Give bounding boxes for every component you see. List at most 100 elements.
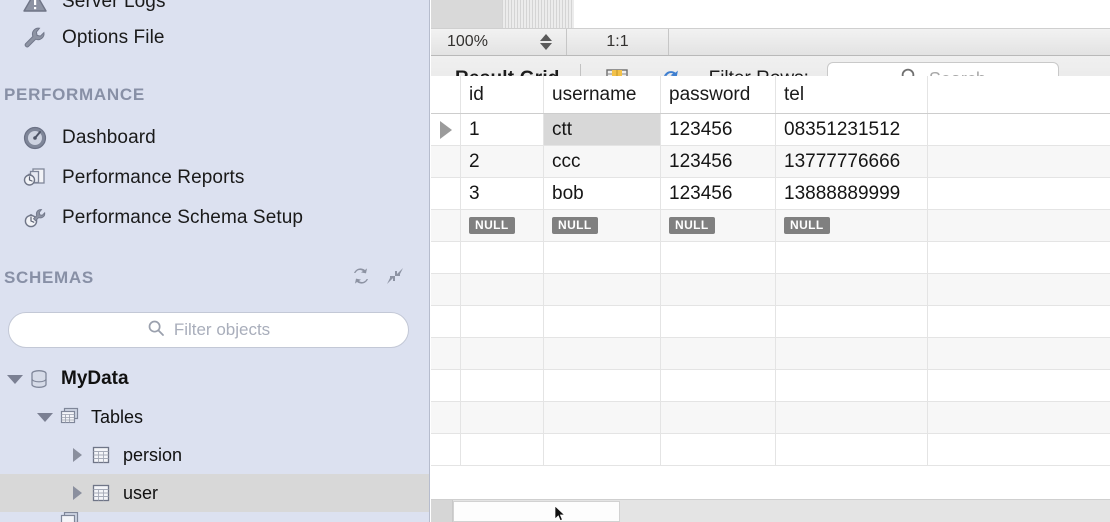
cell-password[interactable]: 123456: [661, 114, 776, 145]
sidebar-item-performance-reports[interactable]: Performance Reports: [0, 158, 429, 198]
cell-filler: [928, 178, 1110, 209]
sidebar-item-server-logs[interactable]: Server Logs: [0, 0, 429, 16]
tab-hatch-area: [502, 0, 574, 28]
result-grid[interactable]: id username password tel 1 ctt 123456 08…: [431, 76, 1110, 499]
cell-tel-null[interactable]: NULL: [776, 210, 928, 241]
table-row[interactable]: 1 ctt 123456 08351231512: [431, 114, 1110, 146]
cell-username[interactable]: ctt: [544, 114, 661, 145]
sidebar-item-dashboard[interactable]: Dashboard: [0, 118, 429, 158]
grid-empty-cell: [661, 434, 776, 465]
column-header-id[interactable]: id: [461, 76, 544, 113]
zoom-ratio-value: 1:1: [606, 33, 629, 50]
refresh-icon[interactable]: [349, 264, 373, 293]
row-marker[interactable]: [431, 114, 461, 145]
cell-id-null[interactable]: NULL: [461, 210, 544, 241]
grid-empty-cell: [776, 306, 928, 337]
grid-empty-cell: [776, 274, 928, 305]
grid-empty-cell: [544, 370, 661, 401]
grid-empty-cell: [661, 370, 776, 401]
collapse-arrows-icon[interactable]: [383, 264, 407, 293]
stepper-up-down-icon[interactable]: [540, 34, 552, 50]
cell-username[interactable]: ccc: [544, 146, 661, 177]
cell-id[interactable]: 3: [461, 178, 544, 209]
null-badge: NULL: [552, 217, 598, 234]
cell-filler: [928, 114, 1110, 145]
grid-empty-cell: [544, 242, 661, 273]
tree-item-user[interactable]: user: [0, 474, 429, 512]
column-header-username[interactable]: username: [544, 76, 661, 113]
result-pane: 100% 1:1 Result Grid: [431, 0, 1110, 522]
cell-password[interactable]: 123456: [661, 146, 776, 177]
table-row[interactable]: 3 bob 123456 13888889999: [431, 178, 1110, 210]
tree-item-label: Tables: [91, 406, 144, 427]
navigator-sidebar: Server Logs Options File PERFORMANCE Das…: [0, 0, 430, 522]
grid-empty-cell: [461, 274, 544, 305]
cell-tel[interactable]: 08351231512: [776, 114, 928, 145]
cell-password-null[interactable]: NULL: [661, 210, 776, 241]
grid-empty-cell: [431, 434, 461, 465]
tree-item-tables[interactable]: Tables: [0, 398, 429, 436]
grid-empty-cell: [461, 242, 544, 273]
grid-empty-row: [431, 434, 1110, 466]
zoom-percent-control[interactable]: 100%: [431, 29, 567, 55]
grid-empty-row: [431, 402, 1110, 434]
sidebar-item-label: Performance Schema Setup: [62, 207, 304, 228]
row-marker[interactable]: [431, 178, 461, 209]
tree-item-persion[interactable]: persion: [0, 436, 429, 474]
grid-empty-cell: [544, 274, 661, 305]
table-row-placeholder[interactable]: NULL NULL NULL NULL: [431, 210, 1110, 242]
grid-empty-cell: [544, 402, 661, 433]
cell-username[interactable]: bob: [544, 178, 661, 209]
section-title: SCHEMAS: [4, 268, 94, 287]
sidebar-item-label: Options File: [62, 27, 165, 48]
grid-empty-cell: [544, 338, 661, 369]
cell-id[interactable]: 2: [461, 146, 544, 177]
horizontal-scrollbar[interactable]: [431, 499, 1110, 522]
column-header-password[interactable]: password: [661, 76, 776, 113]
cell-password[interactable]: 123456: [661, 178, 776, 209]
sidebar-item-options-file[interactable]: Options File: [0, 16, 429, 60]
twisty-down-icon[interactable]: [4, 374, 26, 384]
grid-empty-cell: [461, 306, 544, 337]
grid-empty-cell: [461, 402, 544, 433]
tree-item-clipped[interactable]: [0, 512, 429, 522]
column-header-tel[interactable]: tel: [776, 76, 928, 113]
grid-empty-cell: [461, 434, 544, 465]
cell-id[interactable]: 1: [461, 114, 544, 145]
sidebar-item-label: Server Logs: [62, 0, 166, 12]
cell-username-null[interactable]: NULL: [544, 210, 661, 241]
row-marker-triangle-icon: [439, 120, 452, 139]
editor-tab-strip: [431, 0, 1110, 28]
warning-triangle-icon: [22, 0, 48, 15]
grid-empty-cell: [431, 370, 461, 401]
twisty-right-icon[interactable]: [66, 448, 88, 462]
grid-empty-cell: [544, 306, 661, 337]
filter-objects-input[interactable]: Filter objects: [8, 312, 409, 348]
section-header-performance: PERFORMANCE: [0, 72, 429, 118]
grid-empty-cell: [431, 402, 461, 433]
grid-empty-cell: [431, 338, 461, 369]
scrollbar-thumb[interactable]: [453, 500, 620, 522]
tree-item-mydata[interactable]: MyData: [0, 360, 429, 398]
tables-icon: [56, 512, 82, 522]
schema-tree: MyData Tables persion user: [0, 360, 429, 522]
row-marker[interactable]: [431, 210, 461, 241]
sidebar-item-performance-schema-setup[interactable]: Performance Schema Setup: [0, 198, 429, 238]
grid-empty-cell: [928, 306, 1110, 337]
twisty-down-icon[interactable]: [34, 412, 56, 422]
grid-empty-cell: [661, 338, 776, 369]
grid-empty-cell: [776, 434, 928, 465]
wrench-icon: [22, 25, 48, 51]
twisty-right-icon[interactable]: [66, 486, 88, 500]
tree-item-label: user: [123, 482, 159, 503]
cell-tel[interactable]: 13888889999: [776, 178, 928, 209]
grid-empty-row: [431, 370, 1110, 402]
grid-empty-cell: [544, 434, 661, 465]
zoom-ratio-button[interactable]: 1:1: [567, 29, 669, 55]
grid-empty-row: [431, 242, 1110, 274]
cell-tel[interactable]: 13777776666: [776, 146, 928, 177]
table-icon: [88, 481, 114, 505]
scrollbar-track[interactable]: [620, 499, 1110, 522]
row-marker[interactable]: [431, 146, 461, 177]
table-row[interactable]: 2 ccc 123456 13777776666: [431, 146, 1110, 178]
